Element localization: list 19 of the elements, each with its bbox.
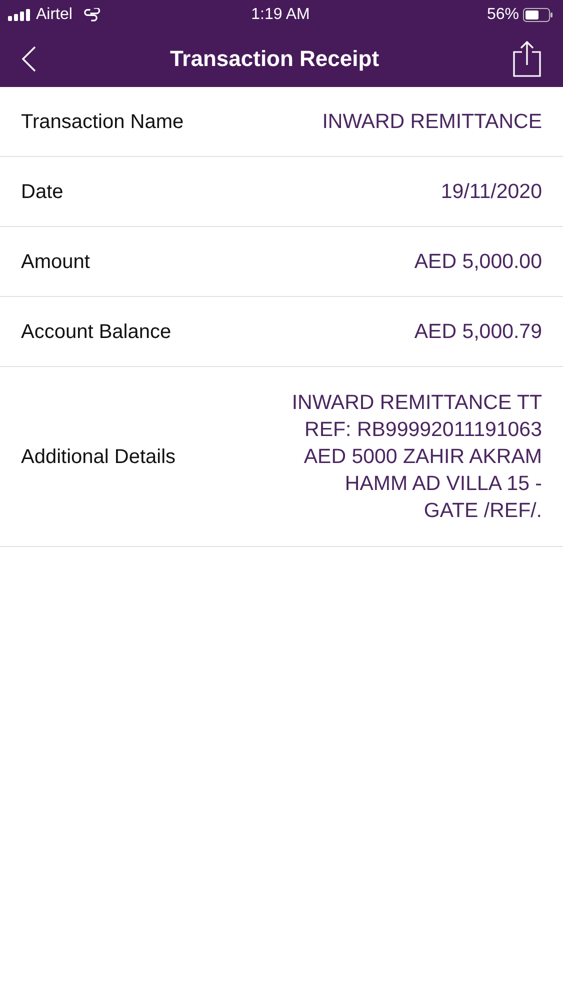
field-label: Date (21, 180, 64, 204)
field-value: 19/11/2020 (440, 179, 542, 205)
battery-percentage: 56% (486, 5, 519, 25)
link-icon (84, 8, 102, 22)
field-label: Transaction Name (21, 110, 184, 134)
carrier-name: Airtel (36, 5, 72, 25)
clock-time: 1:19 AM (251, 5, 310, 25)
field-label: Account Balance (21, 320, 172, 344)
screen-title: Transaction Receipt (170, 45, 380, 73)
back-icon[interactable] (22, 46, 36, 72)
field-label: Additional Details (21, 444, 176, 470)
field-label: Amount (21, 250, 90, 274)
field-value: INWARD REMITTANCE (322, 109, 542, 135)
field-value: INWARD REMITTANCE TT REF: RB99992011191063 AED 5000 ZAHIR AKRAM HAMM AD VILLA 15 - GATE /REF/. (292, 390, 542, 524)
signal-icon (8, 9, 32, 21)
field-value: AED 5,000.79 (414, 319, 542, 345)
battery-icon (522, 8, 553, 22)
field-value: AED 5,000.00 (414, 249, 542, 275)
share-icon[interactable] (512, 40, 541, 76)
